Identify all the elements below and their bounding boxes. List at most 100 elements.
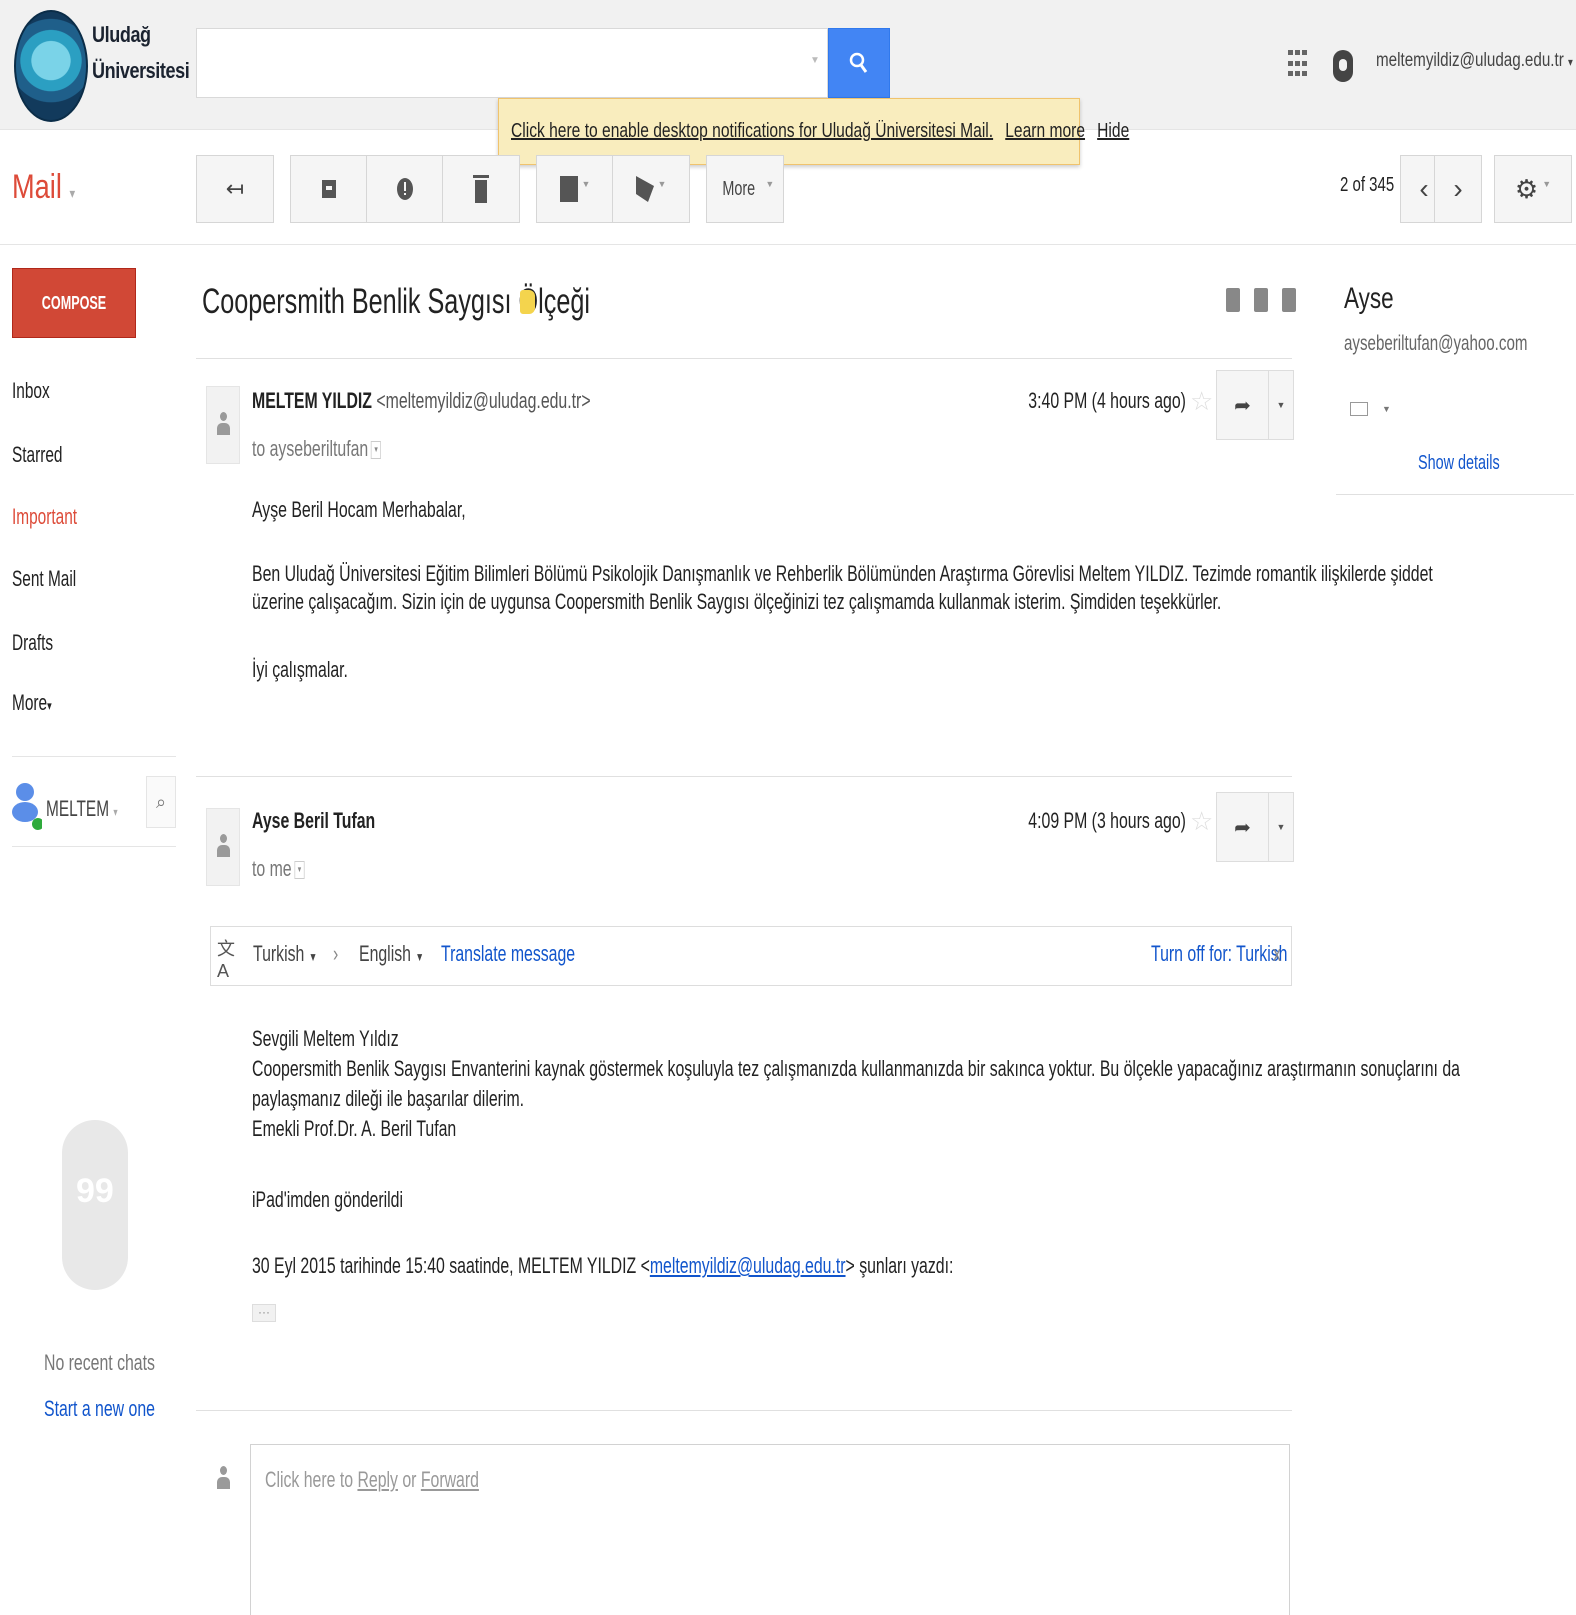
quoted-email-link[interactable]: meltemyildiz@uludag.edu.tr: [650, 1253, 846, 1278]
chevron-down-icon: ▼: [1276, 400, 1286, 410]
more-button-label: More: [722, 177, 755, 200]
reply-hint: Click here to Reply or Forward: [265, 1467, 479, 1493]
message-2-line-3: paylaşmanız dileği ile başarılar dilerim…: [252, 1086, 525, 1111]
chat-status-menu[interactable]: MELTEM ▾: [46, 796, 118, 822]
contact-actions-caret-icon[interactable]: ▼: [1382, 404, 1391, 414]
message-1-closing: İyi çalışmalar.: [252, 657, 348, 682]
reply-box[interactable]: Click here to Reply or Forward: [250, 1444, 1290, 1615]
chevron-left-icon: ‹: [1419, 173, 1429, 204]
my-avatar: [206, 1444, 240, 1514]
nav-more-label: More: [12, 690, 48, 715]
show-trimmed-content-button[interactable]: ···: [252, 1304, 276, 1322]
delete-button[interactable]: [442, 155, 520, 223]
compose-button[interactable]: COMPOSE: [12, 268, 136, 338]
more-button[interactable]: More ▼: [706, 155, 784, 223]
show-details-caret-icon[interactable]: ▼: [294, 861, 305, 880]
account-menu[interactable]: meltemyildiz@uludag.edu.tr ▾: [1376, 50, 1573, 72]
reply-button[interactable]: ➦: [1217, 793, 1269, 861]
sender-avatar[interactable]: [206, 808, 240, 886]
close-translate-icon[interactable]: x: [1273, 941, 1281, 967]
reply-button[interactable]: ➦: [1217, 371, 1269, 439]
nav-important[interactable]: Important: [12, 504, 77, 530]
compose-label: COMPOSE: [41, 292, 107, 313]
contact-name: Ayse: [1344, 282, 1394, 315]
nav-separator: [12, 756, 176, 757]
message-2-reply-group: ➦ ▼: [1216, 792, 1294, 862]
turn-off-translation-link[interactable]: Turn off for: Turkish: [1151, 941, 1287, 967]
sender-avatar[interactable]: [206, 386, 240, 464]
nav-more-caret-icon: ▾: [47, 698, 52, 713]
mail-caret-icon: ▾: [69, 185, 76, 201]
forward-link[interactable]: Forward: [421, 1467, 479, 1492]
back-button[interactable]: ↤: [196, 155, 274, 223]
apps-grid-icon[interactable]: [1288, 50, 1308, 80]
message-1-sender[interactable]: MELTEM YILDIZ <meltemyildiz@uludag.edu.t…: [252, 388, 591, 414]
university-logo[interactable]: Uludağ Üniversitesi: [10, 6, 190, 126]
enable-notifications-link[interactable]: Click here to enable desktop notificatio…: [511, 120, 993, 142]
message-1-recipients[interactable]: to ayseberiltufan ▼: [252, 436, 382, 462]
hide-banner-link[interactable]: Hide: [1097, 120, 1129, 142]
recipient-text: to me: [252, 856, 292, 881]
mail-label[interactable]: Mail ▾: [12, 168, 75, 207]
nav-more[interactable]: More▾: [12, 690, 52, 716]
contact-email: ayseberiltufan@yahoo.com: [1344, 332, 1528, 355]
search-options-caret-icon[interactable]: ▼: [810, 55, 820, 66]
show-details-caret-icon[interactable]: ▼: [371, 441, 382, 460]
folder-icon: [559, 176, 578, 202]
new-window-icon[interactable]: [1282, 288, 1296, 312]
translate-message-link[interactable]: Translate message: [441, 941, 575, 967]
show-details-link[interactable]: Show details: [1418, 452, 1500, 475]
nav-inbox[interactable]: Inbox: [12, 378, 50, 404]
star-icon[interactable]: ☆: [1190, 806, 1213, 837]
message-2-sender[interactable]: Ayse Beril Tufan: [252, 808, 375, 834]
expand-all-icon[interactable]: [1226, 288, 1240, 312]
recipient-text: to ayseberiltufan: [252, 436, 369, 461]
learn-more-link[interactable]: Learn more: [1005, 120, 1085, 142]
star-icon[interactable]: ☆: [1190, 386, 1213, 417]
labels-button[interactable]: ▼: [612, 155, 690, 223]
target-language: English: [359, 941, 411, 966]
sender-email: <meltemyildiz@uludag.edu.tr>: [376, 388, 591, 413]
source-language-caret-icon: ▼: [308, 950, 318, 964]
nav-sent-mail[interactable]: Sent Mail: [12, 566, 76, 592]
translate-icon: 文A: [217, 939, 235, 981]
nav-starred[interactable]: Starred: [12, 442, 63, 468]
chat-caret-icon: ▾: [113, 805, 118, 819]
more-actions-dropdown[interactable]: ▼: [1269, 793, 1293, 861]
search-icon: [849, 52, 868, 73]
message-2-recipients[interactable]: to me ▼: [252, 856, 305, 882]
archive-button[interactable]: [290, 155, 368, 223]
older-button[interactable]: ›: [1434, 155, 1482, 223]
important-marker-icon[interactable]: [520, 290, 535, 314]
settings-button[interactable]: ⚙ ▼: [1494, 155, 1572, 223]
target-language-select[interactable]: English ▼: [359, 941, 424, 967]
move-to-button[interactable]: ▼: [536, 155, 614, 223]
report-spam-button[interactable]: [366, 155, 444, 223]
message-1-reply-group: ➦ ▼: [1216, 370, 1294, 440]
move-to-caret-icon: ▼: [581, 179, 591, 189]
university-seal-icon: [14, 10, 88, 122]
more-actions-dropdown[interactable]: ▼: [1269, 371, 1293, 439]
quoted-prefix: 30 Eyl 2015 tarihinde 15:40 saatinde, ME…: [252, 1253, 650, 1278]
start-new-chat-link[interactable]: Start a new one: [44, 1396, 155, 1422]
back-arrow-icon: ↤: [225, 176, 245, 201]
message-2-line-1: Sevgili Meltem Yıldız: [252, 1026, 399, 1051]
nav-drafts[interactable]: Drafts: [12, 630, 53, 656]
search-button[interactable]: [828, 28, 890, 98]
print-icon[interactable]: [1254, 288, 1268, 312]
gear-icon: ⚙: [1514, 173, 1539, 204]
trash-icon: [473, 175, 489, 203]
reply-link[interactable]: Reply: [357, 1467, 398, 1492]
envelope-icon[interactable]: [1350, 402, 1368, 416]
message-1-paragraph-line-1: Ben Uludağ Üniversitesi Eğitim Bilimleri…: [252, 561, 1433, 586]
message-1-time: 3:40 PM (4 hours ago): [1028, 388, 1186, 413]
quoted-suffix: > şunları yazdı:: [845, 1253, 954, 1278]
chat-quote-icon: [62, 1120, 128, 1290]
source-language-select[interactable]: Turkish ▼: [253, 941, 317, 967]
chat-search-button[interactable]: ⌕: [146, 776, 176, 828]
search-input[interactable]: [196, 28, 828, 98]
chat-avatar-icon[interactable]: [12, 778, 42, 830]
notifications-icon[interactable]: [1333, 50, 1353, 82]
reply-separator: [196, 1410, 1292, 1411]
language-arrow-icon: ›: [333, 941, 339, 966]
